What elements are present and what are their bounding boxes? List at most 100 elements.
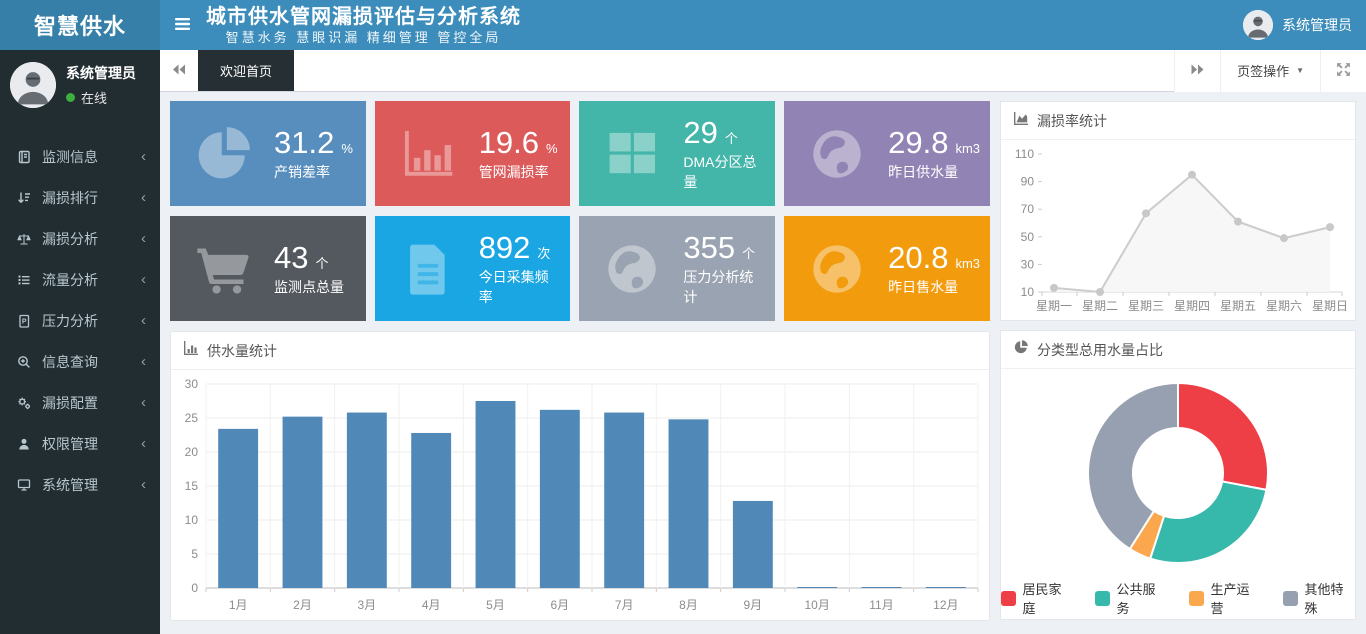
stat-card-pressure-stats: 355 个 压力分析统计 — [579, 216, 775, 321]
stat-card-text: 31.2% 产销差率 — [274, 126, 353, 182]
sidebar-item-leakage-analysis[interactable]: 漏损分析 ‹ — [0, 218, 160, 259]
sidebar-item-label: 压力分析 — [42, 311, 98, 331]
legend-item[interactable]: 居民家庭 — [1001, 579, 1073, 617]
sidebar-item-label: 漏损排行 — [42, 188, 98, 208]
svg-text:7月: 7月 — [615, 598, 634, 612]
chevron-left-icon: ‹ — [141, 354, 146, 369]
svg-text:星期六: 星期六 — [1266, 299, 1302, 313]
dashboard-content: 31.2% 产销差率 19.6% 管网漏损率 — [160, 92, 1366, 630]
stat-card-text: 29.8km3 昨日供水量 — [888, 126, 980, 182]
tab-welcome-home[interactable]: 欢迎首页 — [198, 50, 294, 91]
legend-item[interactable]: 公共服务 — [1095, 579, 1167, 617]
sidebar-avatar — [10, 62, 56, 108]
online-status-label: 在线 — [81, 88, 107, 107]
bar-chart: 0510152025301月2月3月4月5月6月7月8月9月10月11月12月 — [171, 370, 989, 618]
list-icon — [16, 273, 32, 287]
double-chevron-left-icon — [172, 63, 186, 78]
chevron-left-icon: ‹ — [141, 231, 146, 246]
tab-bar-controls: 页签操作 ▼ — [1174, 50, 1366, 91]
svg-text:25: 25 — [185, 411, 199, 425]
stat-unit: 次 — [537, 243, 550, 262]
legend-label: 其他特殊 — [1305, 579, 1355, 617]
globe-icon — [800, 122, 874, 186]
user-menu[interactable]: 系统管理员 — [1243, 0, 1352, 50]
chevron-left-icon: ‹ — [141, 272, 146, 287]
svg-text:5: 5 — [191, 547, 198, 561]
stat-card-text: 355 个 压力分析统计 — [683, 231, 765, 307]
sidebar: 系统管理员 在线 监测信息 ‹ 漏损排行 ‹ 漏损分析 ‹ 流量分析 ‹ — [0, 50, 160, 634]
sidebar-user-status: 在线 — [66, 88, 136, 107]
sidebar-item-pressure-analysis[interactable]: P 压力分析 ‹ — [0, 300, 160, 341]
sidebar-item-permission-management[interactable]: 权限管理 ‹ — [0, 423, 160, 464]
bar-chart-icon — [391, 122, 465, 186]
sidebar-item-system-management[interactable]: 系统管理 ‹ — [0, 464, 160, 505]
legend-label: 公共服务 — [1117, 579, 1167, 617]
stat-value: 20.8 — [888, 241, 948, 275]
tab-actions-dropdown[interactable]: 页签操作 ▼ — [1220, 50, 1320, 92]
tab-bar: 欢迎首页 页签操作 ▼ — [160, 50, 1366, 92]
fullscreen-button[interactable] — [1320, 50, 1366, 92]
legend-swatch — [1283, 591, 1298, 606]
panel-header: 供水量统计 — [171, 332, 989, 370]
stat-label: 今日采集频率 — [479, 267, 561, 307]
panel-title: 分类型总用水量占比 — [1037, 340, 1163, 360]
chevron-left-icon: ‹ — [141, 436, 146, 451]
title-block: 城市供水管网漏损评估与分析系统 智慧水务 慧眼识漏 精细管理 管控全局 — [206, 5, 521, 46]
globe-icon — [595, 237, 669, 301]
stat-card-yesterday-supply: 29.8km3 昨日供水量 — [784, 101, 990, 206]
expand-arrows-icon — [1336, 62, 1351, 80]
svg-text:50: 50 — [1021, 230, 1035, 244]
stat-unit: 个 — [742, 243, 755, 262]
pie-chart-icon — [1013, 339, 1029, 360]
sidebar-user-name: 系统管理员 — [66, 63, 136, 83]
legend-swatch — [1095, 591, 1110, 606]
stat-value: 355 — [683, 231, 735, 265]
stat-card-text: 43个 监测点总量 — [274, 241, 344, 297]
double-chevron-right-icon — [1191, 63, 1205, 78]
sidebar-toggle-button[interactable] — [160, 0, 204, 50]
windows-icon — [595, 122, 669, 186]
tabs-scroll-left-button[interactable] — [160, 50, 198, 91]
svg-text:90: 90 — [1021, 175, 1035, 189]
svg-text:星期四: 星期四 — [1174, 299, 1210, 313]
svg-text:星期三: 星期三 — [1128, 299, 1164, 313]
stat-label: 产销差率 — [274, 162, 353, 182]
stat-value: 43 — [274, 241, 308, 275]
file-p-icon: P — [16, 314, 32, 328]
legend-item[interactable]: 生产运营 — [1189, 579, 1261, 617]
hamburger-icon — [175, 18, 190, 33]
stat-card-today-collection: 892次 今日采集频率 — [375, 216, 571, 321]
tabs-scroll-right-button[interactable] — [1174, 50, 1220, 92]
svg-text:30: 30 — [185, 377, 199, 391]
tab-label: 欢迎首页 — [220, 61, 272, 80]
bar-chart-icon — [183, 340, 199, 361]
legend-swatch — [1189, 591, 1204, 606]
stat-card-monitor-points: 43个 监测点总量 — [170, 216, 366, 321]
sidebar-item-flow-analysis[interactable]: 流量分析 ‹ — [0, 259, 160, 300]
balance-scale-icon — [16, 232, 32, 246]
svg-text:4月: 4月 — [422, 598, 441, 612]
pie-legend: 居民家庭 公共服务 生产运营 其他特殊 — [1001, 579, 1355, 617]
header-user-name: 系统管理员 — [1282, 15, 1352, 35]
file-text-icon — [391, 237, 465, 301]
chevron-left-icon: ‹ — [141, 149, 146, 164]
stat-label: 压力分析统计 — [683, 267, 765, 307]
legend-item[interactable]: 其他特殊 — [1283, 579, 1355, 617]
sidebar-item-monitoring-info[interactable]: 监测信息 ‹ — [0, 136, 160, 177]
sidebar-item-leakage-ranking[interactable]: 漏损排行 ‹ — [0, 177, 160, 218]
stat-unit: % — [546, 141, 558, 156]
stat-card-text: 20.8km3 昨日售水量 — [888, 241, 980, 297]
svg-text:10: 10 — [1021, 285, 1035, 299]
stat-card-production-sales-diff: 31.2% 产销差率 — [170, 101, 366, 206]
stat-label: 监测点总量 — [274, 277, 344, 297]
legend-swatch — [1001, 591, 1016, 606]
sidebar-item-info-query[interactable]: 信息查询 ‹ — [0, 341, 160, 382]
sidebar-item-label: 漏损配置 — [42, 393, 98, 413]
svg-text:9月: 9月 — [743, 598, 762, 612]
chevron-left-icon: ‹ — [141, 477, 146, 492]
legend-label: 生产运营 — [1211, 579, 1261, 617]
stat-unit: km3 — [955, 141, 980, 156]
chevron-left-icon: ‹ — [141, 313, 146, 328]
sidebar-item-leakage-config[interactable]: 漏损配置 ‹ — [0, 382, 160, 423]
svg-text:星期五: 星期五 — [1220, 299, 1256, 313]
